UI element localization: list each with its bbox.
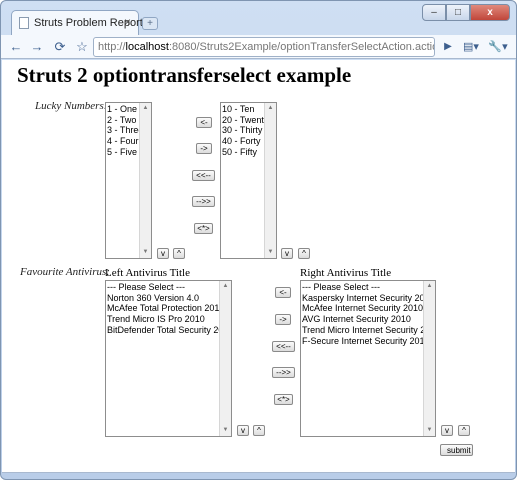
tools-menu-icon[interactable]: 🔧▾ (486, 38, 510, 56)
favourite-antivirus-label: Favourite Antivirus: (20, 266, 110, 278)
scrollbar[interactable]: ▲ ▼ (139, 103, 151, 258)
tab-close-icon[interactable]: × (124, 15, 131, 29)
page-menu-icon[interactable]: ▤▾ (459, 38, 483, 56)
list-item[interactable]: McAfee Internet Security 2010 (302, 303, 423, 314)
lucky-right-listbox[interactable]: 10 - Ten 20 - Twenty 30 - Thirty 40 - Fo… (220, 102, 277, 259)
list-item[interactable]: Trend Micro Internet Security 2010 (302, 325, 435, 336)
list-item[interactable]: 5 - Five (107, 147, 138, 158)
lucky-move-all-right-button[interactable]: -->> (192, 196, 215, 207)
scrollbar[interactable]: ▲ ▼ (219, 281, 231, 436)
right-antivirus-title: Right Antivirus Title (300, 267, 392, 279)
lucky-select-all-button[interactable]: <*> (194, 223, 213, 234)
scroll-down-icon[interactable]: ▼ (265, 247, 276, 258)
lucky-left-move-up-button[interactable]: ^ (173, 248, 185, 259)
url-host: localhost (125, 41, 169, 53)
list-item[interactable]: 20 - Twenty (222, 115, 268, 126)
submit-button[interactable]: submit (440, 444, 473, 456)
antivirus-left-listbox[interactable]: --- Please Select --- Norton 360 Version… (105, 280, 232, 437)
address-bar[interactable]: http://localhost:8080/Struts2Example/opt… (93, 37, 435, 57)
list-item[interactable]: 3 - Three (107, 125, 143, 136)
lucky-right-items: 10 - Ten 20 - Twenty 30 - Thirty 40 - Fo… (221, 103, 268, 159)
list-item[interactable]: Kaspersky Internet Security 2010 (302, 293, 435, 304)
browser-toolbar: ← → ⟳ ☆ http://localhost:8080/Struts2Exa… (1, 35, 516, 59)
list-item[interactable]: --- Please Select --- (302, 282, 422, 293)
back-icon[interactable]: ← (7, 38, 25, 56)
antivirus-right-items: --- Please Select --- Kaspersky Internet… (301, 281, 435, 347)
forward-icon[interactable]: → (28, 38, 46, 56)
list-item[interactable]: F-Secure Internet Security 2010 (302, 336, 430, 347)
antivirus-left-move-down-button[interactable]: v (237, 425, 249, 436)
list-item[interactable]: 1 - One (107, 104, 138, 115)
lucky-right-move-up-button[interactable]: ^ (298, 248, 310, 259)
list-item[interactable]: McAfee Total Protection 2010 (107, 303, 224, 314)
page-title: Struts 2 optiontransferselect example (17, 63, 352, 87)
scroll-up-icon[interactable]: ▲ (220, 281, 231, 292)
scrollbar[interactable]: ▲ ▼ (264, 103, 276, 258)
title-bar: Struts Problem Report × + – □ x (1, 1, 516, 35)
close-window-button[interactable]: x (470, 4, 510, 21)
bookmark-star-icon[interactable]: ☆ (73, 38, 91, 56)
left-antivirus-title: Left Antivirus Title (105, 267, 190, 279)
url-path: :8080/Struts2Example/optionTransferSelec… (168, 41, 435, 53)
lucky-left-items: 1 - One 2 - Two 3 - Three 4 - Four 5 - F… (106, 103, 143, 159)
antivirus-move-left-button[interactable]: <- (275, 287, 291, 298)
scroll-down-icon[interactable]: ▼ (140, 247, 151, 258)
window-controls: – □ x (422, 4, 510, 22)
go-icon[interactable]: ▶ (439, 38, 457, 56)
list-item[interactable]: 40 - Forty (222, 136, 263, 147)
new-tab-button[interactable]: + (142, 17, 158, 30)
scrollbar[interactable]: ▲ ▼ (423, 281, 435, 436)
antivirus-select-all-button[interactable]: <*> (274, 394, 293, 405)
lucky-numbers-label: Lucky Numbers: (35, 100, 108, 112)
url-scheme: http:// (98, 41, 126, 53)
reload-icon[interactable]: ⟳ (51, 38, 69, 56)
list-item[interactable]: --- Please Select --- (107, 282, 218, 293)
list-item[interactable]: Norton 360 Version 4.0 (107, 293, 218, 304)
list-item[interactable]: 2 - Two (107, 115, 138, 126)
lucky-left-listbox[interactable]: 1 - One 2 - Two 3 - Three 4 - Four 5 - F… (105, 102, 152, 259)
antivirus-right-move-up-button[interactable]: ^ (458, 425, 470, 436)
list-item[interactable]: 10 - Ten (222, 104, 263, 115)
scroll-up-icon[interactable]: ▲ (140, 103, 151, 114)
scroll-down-icon[interactable]: ▼ (220, 425, 231, 436)
lucky-left-move-down-button[interactable]: v (157, 248, 169, 259)
maximize-button[interactable]: □ (446, 4, 470, 21)
page-content: Struts 2 optiontransferselect example Lu… (2, 60, 515, 473)
lucky-move-left-button[interactable]: <- (196, 117, 212, 128)
antivirus-move-all-left-button[interactable]: <<-- (272, 341, 295, 352)
antivirus-left-items: --- Please Select --- Norton 360 Version… (106, 281, 231, 337)
antivirus-move-all-right-button[interactable]: -->> (272, 367, 295, 378)
list-item[interactable]: 30 - Thirty (222, 125, 263, 136)
antivirus-move-right-button[interactable]: -> (275, 314, 291, 325)
antivirus-left-move-up-button[interactable]: ^ (253, 425, 265, 436)
scroll-up-icon[interactable]: ▲ (265, 103, 276, 114)
minimize-button[interactable]: – (422, 4, 446, 21)
lucky-move-right-button[interactable]: -> (196, 143, 212, 154)
list-item[interactable]: 50 - Fifty (222, 147, 263, 158)
browser-tab[interactable]: Struts Problem Report × (11, 10, 143, 35)
scroll-down-icon[interactable]: ▼ (424, 425, 435, 436)
browser-window: Struts Problem Report × + – □ x ← → ⟳ ☆ … (0, 0, 517, 480)
scroll-up-icon[interactable]: ▲ (424, 281, 435, 292)
list-item[interactable]: BitDefender Total Security 2010 (107, 325, 231, 336)
lucky-right-move-down-button[interactable]: v (281, 248, 293, 259)
antivirus-right-move-down-button[interactable]: v (441, 425, 453, 436)
list-item[interactable]: AVG Internet Security 2010 (302, 314, 422, 325)
page-icon (19, 17, 29, 29)
list-item[interactable]: 4 - Four (107, 136, 139, 147)
list-item[interactable]: Trend Micro IS Pro 2010 (107, 314, 218, 325)
antivirus-right-listbox[interactable]: --- Please Select --- Kaspersky Internet… (300, 280, 436, 437)
lucky-move-all-left-button[interactable]: <<-- (192, 170, 215, 181)
